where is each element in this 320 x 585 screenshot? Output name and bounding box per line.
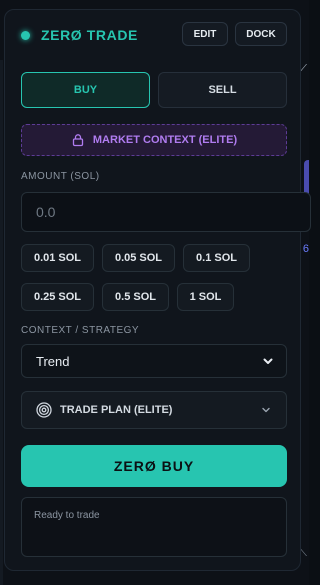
status-dot-icon	[21, 31, 30, 40]
panel-title: ZERØ TRADE	[41, 27, 138, 43]
target-icon	[36, 402, 52, 418]
preset-button[interactable]: 0.01 SOL	[21, 244, 94, 272]
preset-button[interactable]: 0.25 SOL	[21, 283, 94, 311]
lock-icon	[71, 133, 85, 147]
trade-plan-label: TRADE PLAN (ELITE)	[60, 404, 173, 416]
chevron-down-icon	[260, 404, 272, 416]
chevron-down-icon	[262, 355, 274, 367]
edit-button[interactable]: EDIT	[182, 22, 228, 46]
preset-button[interactable]: 1 SOL	[177, 283, 234, 311]
preset-button[interactable]: 0.5 SOL	[102, 283, 169, 311]
trade-panel: ZERØ TRADE EDIT DOCK BUY SELL MARKET CON…	[4, 9, 311, 571]
trade-plan-toggle[interactable]: TRADE PLAN (ELITE)	[21, 391, 287, 429]
strategy-select[interactable]: Trend	[21, 344, 287, 378]
status-box: Ready to trade	[21, 497, 287, 557]
background-edge	[0, 60, 3, 585]
sell-tab[interactable]: SELL	[158, 72, 287, 108]
market-context-label: MARKET CONTEXT (ELITE)	[92, 134, 238, 146]
strategy-label: CONTEXT / STRATEGY	[21, 325, 140, 336]
preset-button[interactable]: 0.05 SOL	[102, 244, 175, 272]
buy-tab[interactable]: BUY	[21, 72, 150, 108]
market-context-button[interactable]: MARKET CONTEXT (ELITE)	[21, 124, 287, 156]
status-text: Ready to trade	[34, 510, 100, 521]
dock-button[interactable]: DOCK	[235, 22, 287, 46]
preset-button[interactable]: 0.1 SOL	[183, 244, 250, 272]
amount-label: AMOUNT (SOL)	[21, 171, 100, 182]
strategy-value: Trend	[36, 353, 70, 369]
amount-input[interactable]	[21, 192, 311, 232]
zero-buy-button[interactable]: ZERØ BUY	[21, 445, 287, 487]
panel-header[interactable]: ZERØ TRADE EDIT DOCK	[5, 10, 300, 60]
background-text: 6	[302, 243, 309, 255]
